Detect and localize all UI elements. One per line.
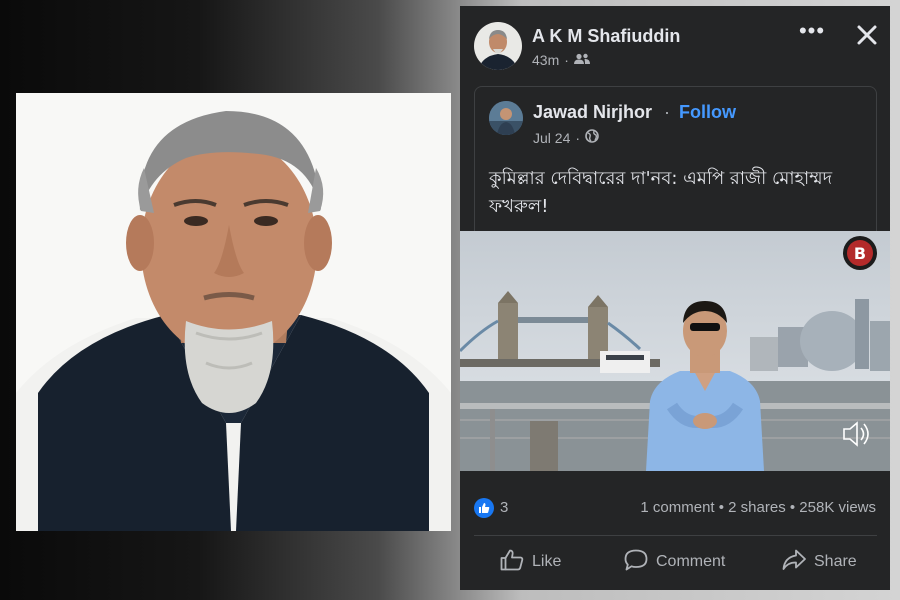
meta-separator: · [575,129,581,146]
poster-avatar[interactable] [474,22,522,70]
follow-button[interactable]: Follow [679,102,736,123]
shared-author-avatar[interactable] [489,101,523,135]
channel-logo: B [854,244,866,263]
share-button[interactable]: Share [782,542,857,582]
like-button[interactable]: Like [500,542,561,582]
friends-icon[interactable] [573,52,590,68]
shared-post-text: কুমিল্লার দেবিদ্বারের দা'নব: এমপি রাজী ম… [489,168,833,217]
globe-icon[interactable] [585,129,599,146]
comment-label: Comment [656,553,726,570]
meta-separator: · [564,52,569,68]
portrait-photo [16,93,451,531]
shared-author-name[interactable]: Jawad Nirjhor [533,102,652,123]
shared-post-meta: Jul 24 · [533,129,599,146]
post-header: A K M Shafiuddin 43m · ••• [460,6,890,84]
share-label: Share [814,553,857,570]
thumbs-up-icon [500,549,524,576]
comment-button[interactable]: Comment [624,542,725,582]
comment-bubble-icon [624,549,648,576]
facebook-post-card: A K M Shafiuddin 43m · ••• Jawad Nirjhor… [460,6,890,590]
shared-post-date[interactable]: Jul 24 [533,130,570,146]
actions-divider [474,535,877,536]
video-player[interactable]: B [460,231,890,471]
more-options-icon[interactable]: ••• [796,20,828,48]
action-bar: Like Comment Share [460,542,890,582]
share-arrow-icon [782,549,806,576]
like-reaction-icon[interactable] [474,498,494,518]
post-meta: 43m · [532,52,590,68]
shared-post: Jawad Nirjhor · Follow Jul 24 · কুমিল্লা… [474,86,877,246]
reaction-count[interactable]: 3 [500,499,508,516]
poster-name[interactable]: A K M Shafiuddin [532,26,680,47]
like-label: Like [532,553,562,570]
name-separator: · [664,102,670,122]
post-stats: 3 1 comment • 2 shares • 258K views [460,494,890,524]
post-time[interactable]: 43m [532,52,559,68]
engagement-summary[interactable]: 1 comment • 2 shares • 258K views [640,499,876,516]
close-icon[interactable] [852,20,882,50]
